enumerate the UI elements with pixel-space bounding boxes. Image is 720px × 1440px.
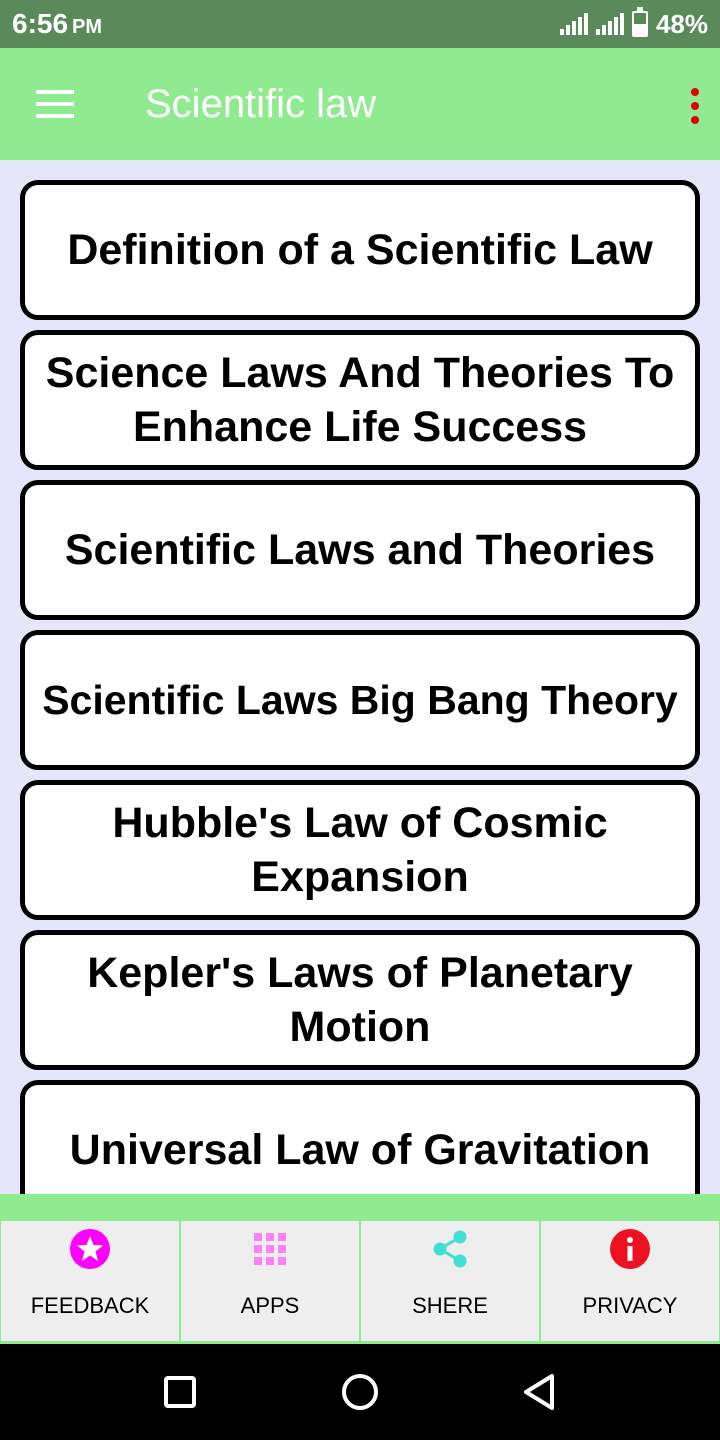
topic-card-laws-theories[interactable]: Scientific Laws and Theories — [20, 480, 700, 620]
topic-card-label: Scientific Laws Big Bang Theory — [42, 677, 678, 723]
topic-card-label: Universal Law of Gravitation — [69, 1126, 651, 1174]
hamburger-menu-icon[interactable] — [36, 90, 76, 120]
info-icon — [610, 1229, 650, 1269]
status-time-ampm: PM — [72, 16, 103, 38]
battery-percentage: 48% — [655, 8, 708, 39]
privacy-label: PRIVACY — [582, 1293, 678, 1318]
star-icon — [70, 1229, 110, 1269]
topic-card-kepler[interactable]: Kepler's Laws of Planetary Motion — [20, 930, 700, 1070]
recents-square-icon[interactable] — [160, 1372, 200, 1412]
topic-card-definition[interactable]: Definition of a Scientific Law — [20, 180, 700, 320]
share-button[interactable]: SHERE — [360, 1220, 540, 1342]
share-label: SHERE — [412, 1293, 488, 1318]
topic-card-label: Scientific Laws and Theories — [64, 526, 656, 574]
share-icon — [433, 1230, 467, 1268]
bottom-navigation: FEEDBACK APPS SHERE PRIVACY — [0, 1220, 720, 1344]
topic-card-label: Kepler's Laws of Planetary Motion — [87, 949, 633, 1051]
topic-card-label: Definition of a Scientific Law — [67, 226, 653, 274]
feedback-label: FEEDBACK — [30, 1293, 150, 1318]
feedback-button[interactable]: FEEDBACK — [0, 1220, 180, 1342]
system-navigation-bar — [0, 1344, 720, 1440]
topic-card-hubble[interactable]: Hubble's Law of Cosmic Expansion — [20, 780, 700, 920]
status-time-value: 6:56 — [12, 8, 69, 39]
topic-card-label: Hubble's Law of Cosmic Expansion — [112, 799, 608, 901]
topic-card-label: Science Laws And Theories To Enhance Lif… — [45, 349, 675, 451]
topic-card-life-success[interactable]: Science Laws And Theories To Enhance Lif… — [20, 330, 700, 470]
apps-label: APPS — [240, 1293, 300, 1318]
signal-icon-2 — [595, 13, 624, 35]
back-triangle-icon[interactable] — [520, 1372, 560, 1412]
page-title: Scientific law — [145, 82, 377, 126]
topic-card-gravitation[interactable]: Universal Law of Gravitation — [20, 1080, 700, 1194]
apps-grid-icon — [254, 1233, 286, 1265]
battery-icon — [631, 7, 648, 37]
status-time: 6:56 PM — [12, 8, 102, 40]
home-circle-icon[interactable] — [340, 1372, 380, 1412]
signal-icon — [559, 13, 588, 35]
more-vertical-icon[interactable] — [688, 86, 702, 126]
topic-list[interactable]: Definition of a Scientific Law Science L… — [0, 160, 720, 1194]
status-bar: 6:56 PM 48% — [0, 0, 720, 48]
privacy-button[interactable]: PRIVACY — [540, 1220, 720, 1342]
app-bar: Scientific law — [0, 48, 720, 160]
topic-card-big-bang[interactable]: Scientific Laws Big Bang Theory — [20, 630, 700, 770]
apps-button[interactable]: APPS — [180, 1220, 360, 1342]
bottom-divider — [0, 1194, 720, 1220]
status-icons: 48% — [559, 7, 708, 40]
